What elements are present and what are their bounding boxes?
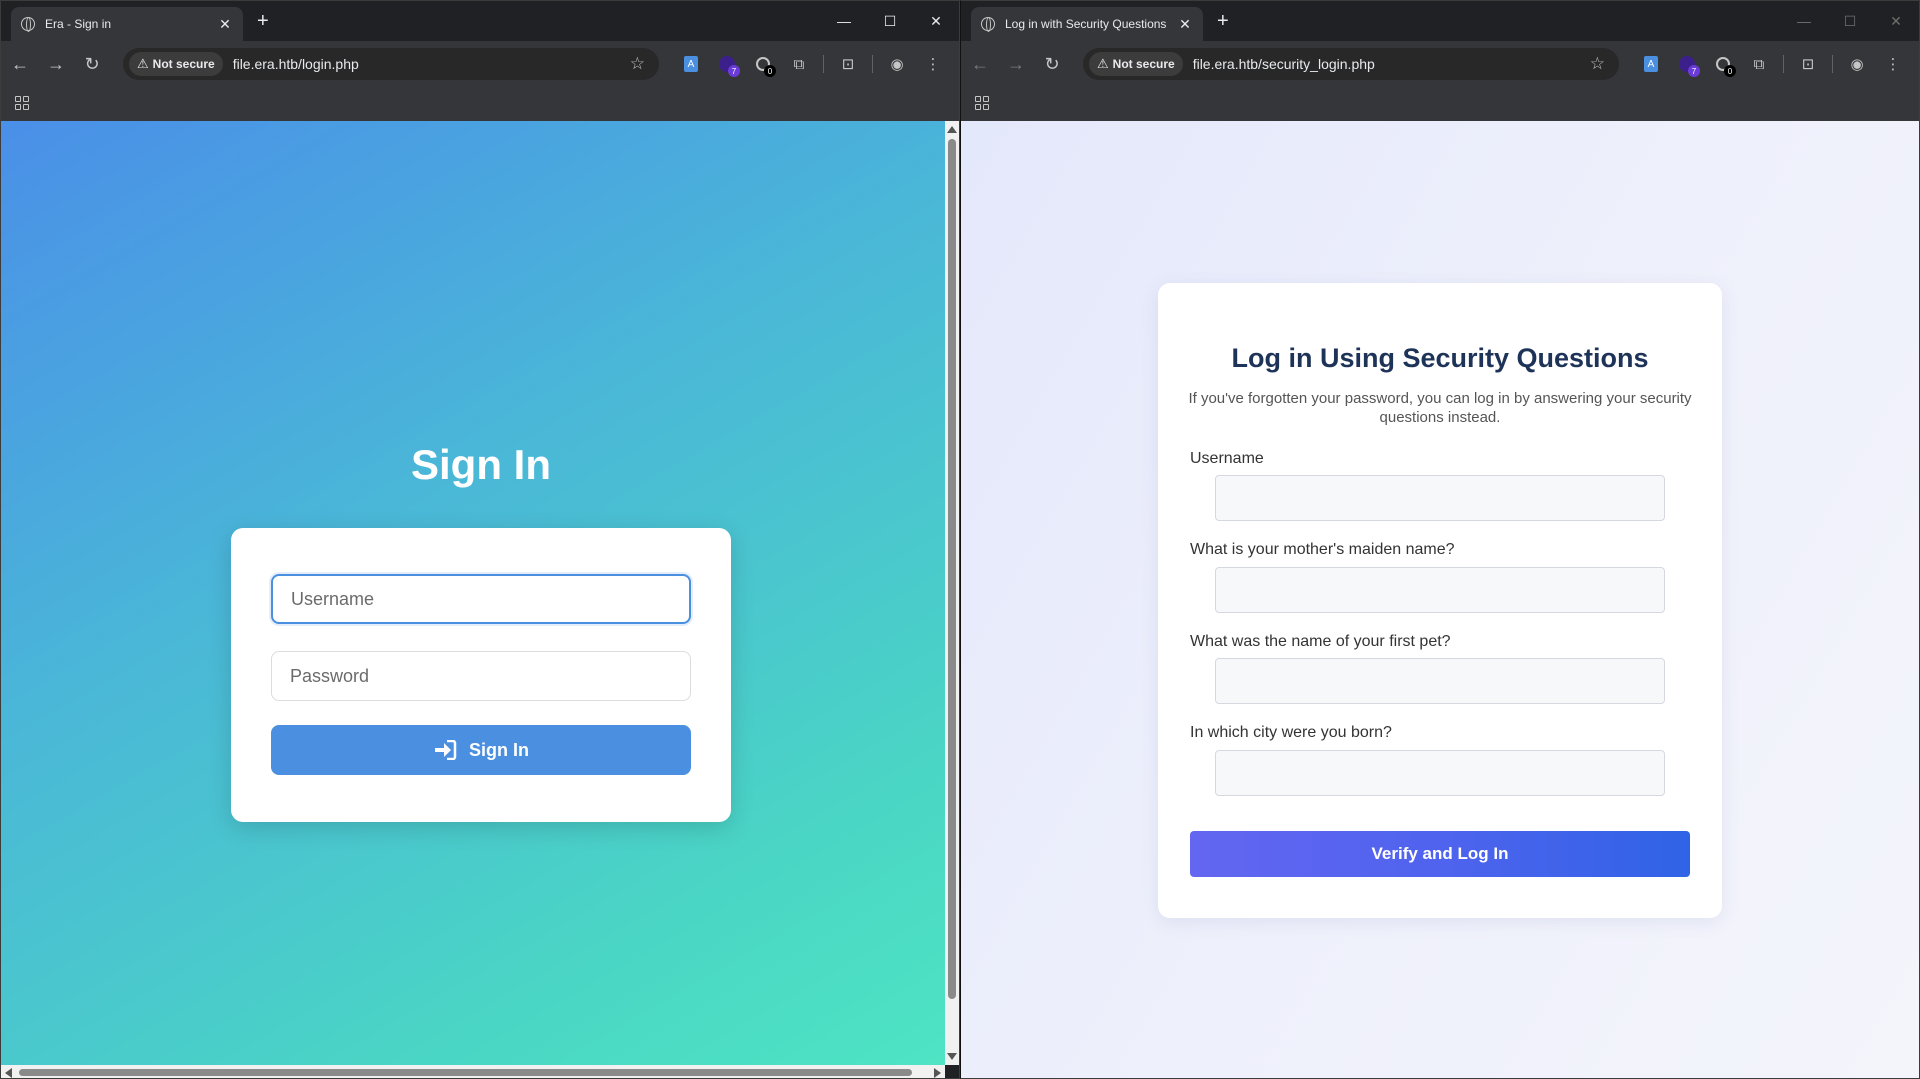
address-bar[interactable]: ⚠ Not secure file.era.htb/login.php ☆ bbox=[123, 48, 659, 80]
scroll-right-arrow-icon[interactable] bbox=[934, 1068, 941, 1078]
forward-arrow-icon[interactable]: → bbox=[39, 47, 73, 81]
extension-badge: 0 bbox=[764, 65, 776, 77]
page-subtitle: If you've forgotten your password, you c… bbox=[1188, 390, 1692, 426]
vertical-scrollbar[interactable] bbox=[945, 121, 959, 1065]
browser-toolbar: ← → ↻ ⚠ Not secure file.era.htb/login.ph… bbox=[1, 41, 959, 87]
minimize-icon[interactable]: — bbox=[821, 1, 867, 41]
scroll-down-arrow-icon[interactable] bbox=[947, 1053, 957, 1060]
toolbar-divider bbox=[872, 55, 873, 73]
globe-icon bbox=[981, 17, 995, 32]
close-window-icon[interactable]: ✕ bbox=[1873, 1, 1919, 41]
extensions-area: A 7 0 ⧉ ⊡ ◉ ⋮ bbox=[1633, 48, 1911, 80]
username-input[interactable] bbox=[271, 574, 691, 624]
extensions-puzzle-icon[interactable]: ⧉ bbox=[781, 48, 817, 80]
username-input[interactable] bbox=[1215, 475, 1665, 521]
extension-badge: 7 bbox=[728, 65, 740, 77]
extension-circle-icon[interactable]: 0 bbox=[745, 48, 781, 80]
profile-icon[interactable]: ◉ bbox=[879, 48, 915, 80]
first-pet-label: What was the name of your first pet? bbox=[1190, 633, 1451, 650]
warning-triangle-icon: ⚠ bbox=[1097, 56, 1109, 71]
url-text[interactable]: file.era.htb/login.php bbox=[233, 56, 630, 72]
extension-badge: 0 bbox=[1724, 65, 1736, 77]
apps-grid-icon[interactable] bbox=[975, 96, 989, 110]
tab-security-questions[interactable]: Log in with Security Questions ✕ bbox=[971, 7, 1203, 41]
reload-icon[interactable]: ↻ bbox=[75, 47, 109, 81]
new-tab-plus-icon[interactable]: + bbox=[257, 10, 269, 33]
extensions-puzzle-icon[interactable]: ⧉ bbox=[1741, 48, 1777, 80]
apps-grid-icon[interactable] bbox=[15, 96, 29, 110]
extension-circle-icon[interactable]: 0 bbox=[1705, 48, 1741, 80]
page-title: Log in Using Security Questions bbox=[1231, 343, 1649, 373]
search-tab-icon[interactable]: ⊡ bbox=[830, 48, 866, 80]
bookmarks-bar bbox=[961, 87, 1919, 121]
globe-icon bbox=[21, 17, 35, 32]
tab-title: Era - Sign in bbox=[45, 17, 112, 31]
extension-badge: 7 bbox=[1688, 65, 1700, 77]
first-pet-input[interactable] bbox=[1215, 658, 1665, 704]
window-controls: — ☐ ✕ bbox=[821, 1, 959, 41]
extension-translate-icon[interactable]: A bbox=[673, 48, 709, 80]
scroll-up-arrow-icon[interactable] bbox=[947, 126, 957, 133]
address-bar[interactable]: ⚠ Not secure file.era.htb/security_login… bbox=[1083, 48, 1619, 80]
profile-icon[interactable]: ◉ bbox=[1839, 48, 1875, 80]
browser-window-left: Era - Sign in ✕ + — ☐ ✕ ← → ↻ ⚠ Not secu… bbox=[0, 0, 960, 1079]
not-secure-chip[interactable]: ⚠ Not secure bbox=[1089, 52, 1183, 76]
warning-triangle-icon: ⚠ bbox=[137, 56, 149, 71]
scrollbar-thumb[interactable] bbox=[948, 139, 956, 999]
sign-in-button[interactable]: Sign In bbox=[271, 725, 691, 775]
kebab-menu-icon[interactable]: ⋮ bbox=[1875, 48, 1911, 80]
back-arrow-icon[interactable]: ← bbox=[963, 47, 997, 81]
close-icon[interactable]: ✕ bbox=[1177, 16, 1193, 33]
new-tab-plus-icon[interactable]: + bbox=[1217, 10, 1229, 33]
extension-purple-icon[interactable]: 7 bbox=[709, 48, 745, 80]
birth-city-label: In which city were you born? bbox=[1190, 724, 1392, 741]
browser-toolbar: ← → ↻ ⚠ Not secure file.era.htb/security… bbox=[961, 41, 1919, 87]
not-secure-label: Not secure bbox=[1112, 57, 1175, 71]
toolbar-divider bbox=[1832, 55, 1833, 73]
browser-window-right: Log in with Security Questions ✕ + — ☐ ✕… bbox=[960, 0, 1920, 1079]
not-secure-chip[interactable]: ⚠ Not secure bbox=[129, 52, 223, 76]
url-text[interactable]: file.era.htb/security_login.php bbox=[1193, 56, 1590, 72]
sign-in-label: Sign In bbox=[469, 739, 529, 760]
password-input[interactable] bbox=[271, 651, 691, 701]
bookmark-star-icon[interactable]: ☆ bbox=[1590, 54, 1605, 74]
extension-purple-icon[interactable]: 7 bbox=[1669, 48, 1705, 80]
close-window-icon[interactable]: ✕ bbox=[913, 1, 959, 41]
not-secure-label: Not secure bbox=[152, 57, 215, 71]
page-viewport: Log in Using Security Questions If you'v… bbox=[961, 121, 1919, 1078]
minimize-icon[interactable]: — bbox=[1781, 1, 1827, 41]
horizontal-scrollbar[interactable] bbox=[1, 1065, 945, 1078]
sign-in-arrow-icon bbox=[433, 739, 457, 761]
tab-strip: Log in with Security Questions ✕ + — ☐ ✕ bbox=[961, 1, 1919, 41]
bookmark-star-icon[interactable]: ☆ bbox=[630, 54, 645, 74]
toolbar-divider bbox=[823, 55, 824, 73]
tab-title: Log in with Security Questions bbox=[1005, 17, 1167, 31]
window-controls: — ☐ ✕ bbox=[1781, 1, 1919, 41]
verify-and-log-in-button[interactable]: Verify and Log In bbox=[1190, 831, 1690, 877]
maximize-icon[interactable]: ☐ bbox=[1827, 1, 1873, 41]
forward-arrow-icon[interactable]: → bbox=[999, 47, 1033, 81]
reload-icon[interactable]: ↻ bbox=[1035, 47, 1069, 81]
scrollbar-thumb[interactable] bbox=[19, 1069, 912, 1076]
close-icon[interactable]: ✕ bbox=[217, 16, 233, 33]
search-tab-icon[interactable]: ⊡ bbox=[1790, 48, 1826, 80]
birth-city-input[interactable] bbox=[1215, 750, 1665, 796]
tab-era-sign-in[interactable]: Era - Sign in ✕ bbox=[11, 7, 243, 41]
extension-translate-icon[interactable]: A bbox=[1633, 48, 1669, 80]
back-arrow-icon[interactable]: ← bbox=[3, 47, 37, 81]
page-title: Sign In bbox=[411, 441, 551, 488]
mother-maiden-name-input[interactable] bbox=[1215, 567, 1665, 613]
bookmarks-bar bbox=[1, 87, 959, 121]
kebab-menu-icon[interactable]: ⋮ bbox=[915, 48, 951, 80]
toolbar-divider bbox=[1783, 55, 1784, 73]
scroll-left-arrow-icon[interactable] bbox=[5, 1068, 12, 1078]
mother-maiden-name-label: What is your mother's maiden name? bbox=[1190, 541, 1455, 558]
maximize-icon[interactable]: ☐ bbox=[867, 1, 913, 41]
username-label: Username bbox=[1190, 450, 1264, 467]
security-questions-card: Log in Using Security Questions If you'v… bbox=[1158, 283, 1722, 918]
signin-card: Sign In bbox=[231, 528, 731, 822]
tab-strip: Era - Sign in ✕ + — ☐ ✕ bbox=[1, 1, 959, 41]
extensions-area: A 7 0 ⧉ ⊡ ◉ ⋮ bbox=[673, 48, 951, 80]
